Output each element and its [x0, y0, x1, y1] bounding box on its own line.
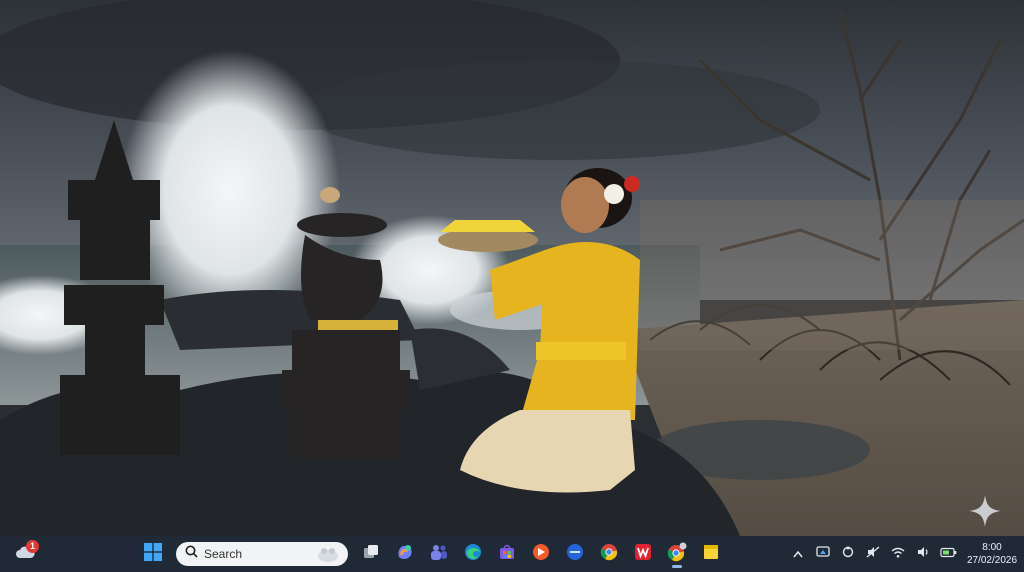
start-button[interactable]: [138, 539, 168, 569]
orange-app-icon: [532, 543, 550, 566]
show-hidden-icons-button[interactable]: [787, 541, 809, 567]
tray-mute-button[interactable]: [862, 541, 884, 567]
wifi-button[interactable]: [887, 541, 909, 567]
chrome-profile-button[interactable]: [662, 539, 692, 569]
mute-icon: [866, 545, 880, 563]
copilot-icon: [396, 543, 414, 566]
volume-icon: [917, 545, 930, 563]
notification-badge: 1: [26, 540, 39, 553]
clock-time: 8:00: [982, 542, 1002, 553]
edge-button[interactable]: [458, 539, 488, 569]
taskbar: 1 Search 8:00 27/02/2026: [0, 536, 1024, 572]
task-view-icon: [363, 544, 379, 565]
orange-app-button[interactable]: [526, 539, 556, 569]
search-placeholder: Search: [204, 547, 243, 561]
wps-office-button[interactable]: [628, 539, 658, 569]
store-icon: [498, 543, 516, 566]
chrome-button[interactable]: [594, 539, 624, 569]
chrome-icon: [600, 543, 618, 566]
search-box[interactable]: Search: [176, 542, 348, 566]
blue-app-icon: [566, 543, 584, 566]
copilot-button[interactable]: [390, 539, 420, 569]
search-icon: [185, 545, 198, 563]
tray-ring-button[interactable]: [837, 541, 859, 567]
screen-icon: [816, 545, 830, 563]
sticky-notes-icon: [702, 543, 720, 566]
battery-icon: [939, 545, 957, 563]
teams-icon: [430, 543, 448, 566]
widgets-button[interactable]: 1: [8, 539, 42, 569]
task-view-button[interactable]: [356, 539, 386, 569]
sparkle-icon: [968, 494, 1002, 528]
edge-icon: [464, 543, 482, 566]
blue-app-button[interactable]: [560, 539, 590, 569]
wps-icon: [634, 543, 652, 566]
windows-logo-icon: [144, 542, 162, 566]
chevron-up-icon: [793, 545, 803, 563]
volume-button[interactable]: [912, 541, 934, 567]
tray-screen-button[interactable]: [812, 541, 834, 567]
clock-date: 27/02/2026: [966, 555, 1018, 566]
teams-button[interactable]: [424, 539, 454, 569]
clock-button[interactable]: 8:00 27/02/2026: [966, 541, 1018, 567]
sticky-notes-button[interactable]: [696, 539, 726, 569]
chrome-profile-icon: [667, 542, 687, 567]
wifi-icon: [891, 545, 905, 563]
battery-button[interactable]: [937, 541, 959, 567]
desktop-wallpaper: [0, 0, 1024, 536]
ring-icon: [842, 545, 854, 563]
search-highlight-icon: [316, 545, 340, 568]
store-button[interactable]: [492, 539, 522, 569]
